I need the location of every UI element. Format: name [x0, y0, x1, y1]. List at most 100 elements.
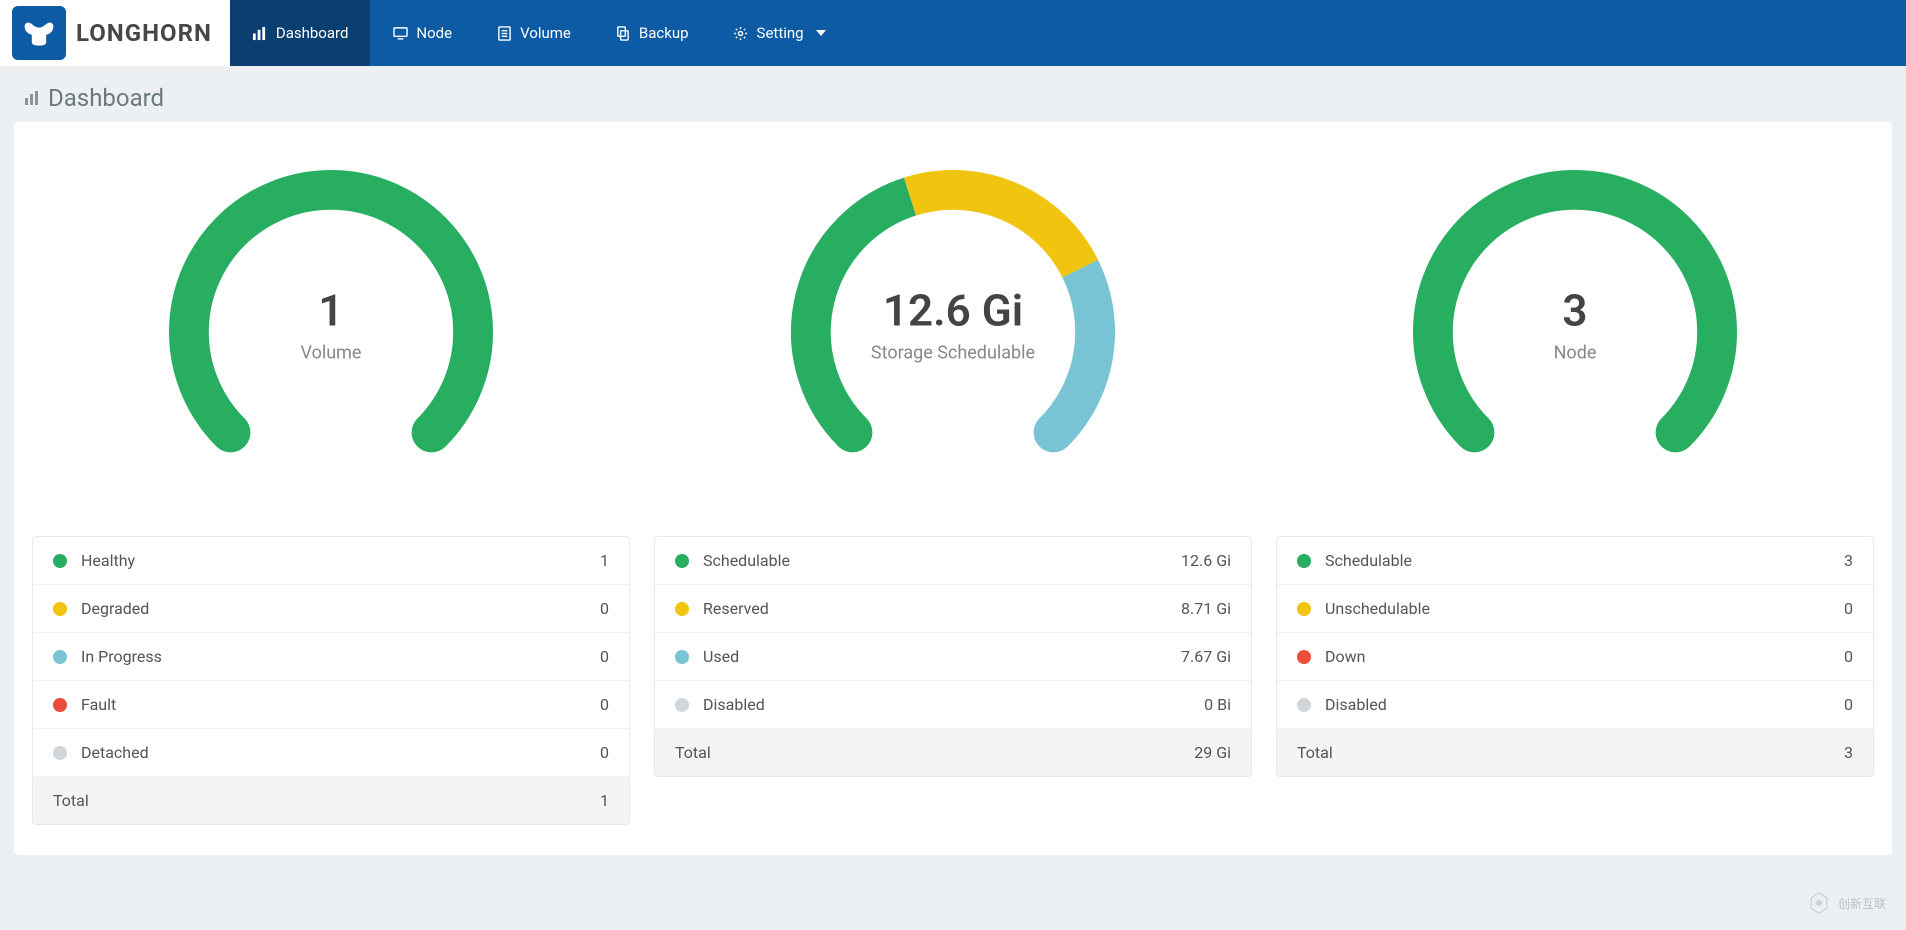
legend-label: Schedulable [703, 551, 1181, 570]
dashboard-content: 1VolumeHealthy1Degraded0In Progress0Faul… [14, 122, 1892, 855]
nav-item-dashboard[interactable]: Dashboard [230, 0, 371, 66]
status-dot-icon [1297, 554, 1311, 568]
legend-value: 0 [600, 743, 609, 762]
legend-row[interactable]: In Progress0 [33, 633, 629, 681]
nav-item-backup[interactable]: Backup [593, 0, 711, 66]
gauge: 3 Node [1385, 152, 1765, 512]
status-dot-icon [53, 602, 67, 616]
nav-label: Setting [757, 24, 804, 42]
legend-label: Degraded [81, 599, 600, 618]
legend-total-row: Total3 [1277, 729, 1873, 776]
gauge-label: Volume [301, 343, 362, 364]
status-dot-icon [53, 554, 67, 568]
nav-item-volume[interactable]: Volume [474, 0, 593, 66]
bar-chart-icon [252, 25, 268, 41]
legend: Schedulable12.6 GiReserved8.71 GiUsed7.6… [654, 536, 1252, 777]
legend-value: 0 [600, 695, 609, 714]
breadcrumb-label: Dashboard [48, 84, 164, 112]
legend-row[interactable]: Fault0 [33, 681, 629, 729]
gauge: 12.6 Gi Storage Schedulable [763, 152, 1143, 512]
gauge-label: Storage Schedulable [871, 343, 1035, 364]
panel-volume: 1VolumeHealthy1Degraded0In Progress0Faul… [32, 152, 630, 825]
legend: Healthy1Degraded0In Progress0Fault0Detac… [32, 536, 630, 825]
legend-total-label: Total [675, 743, 1194, 762]
legend-value: 3 [1844, 551, 1853, 570]
legend-label: Used [703, 647, 1181, 666]
legend-row[interactable]: Degraded0 [33, 585, 629, 633]
legend-row[interactable]: Down0 [1277, 633, 1873, 681]
legend-row[interactable]: Unschedulable0 [1277, 585, 1873, 633]
legend-row[interactable]: Detached0 [33, 729, 629, 777]
status-dot-icon [675, 602, 689, 616]
legend-row[interactable]: Schedulable12.6 Gi [655, 537, 1251, 585]
legend-total-label: Total [53, 791, 600, 810]
status-dot-icon [1297, 602, 1311, 616]
bar-chart-icon [24, 90, 40, 106]
nav-item-setting[interactable]: Setting [711, 0, 848, 66]
gauge-label: Node [1554, 343, 1597, 364]
gauge-value: 12.6 Gi [871, 285, 1035, 337]
watermark: 创新互联 [1806, 890, 1886, 916]
legend-value: 0 Bi [1204, 695, 1231, 714]
panel-node: 3NodeSchedulable3Unschedulable0Down0Disa… [1276, 152, 1874, 825]
topbar: LONGHORN Dashboard Node Volume Backup Settin… [0, 0, 1906, 66]
status-dot-icon [675, 650, 689, 664]
legend-row[interactable]: Used7.67 Gi [655, 633, 1251, 681]
legend-value: 0 [600, 647, 609, 666]
legend-total-value: 29 Gi [1194, 743, 1231, 762]
nav-label: Node [416, 24, 452, 42]
status-dot-icon [53, 698, 67, 712]
status-dot-icon [53, 746, 67, 760]
brand[interactable]: LONGHORN [0, 0, 230, 66]
gear-icon [733, 25, 749, 41]
gauge-value: 1 [301, 285, 362, 337]
breadcrumb: Dashboard [0, 66, 1906, 122]
gauge-value: 3 [1554, 285, 1597, 337]
legend-row[interactable]: Disabled0 [1277, 681, 1873, 729]
brand-name: LONGHORN [76, 19, 212, 47]
status-dot-icon [675, 698, 689, 712]
list-icon [496, 25, 512, 41]
status-dot-icon [675, 554, 689, 568]
legend-value: 8.71 Gi [1181, 599, 1231, 618]
gauge: 1 Volume [141, 152, 521, 512]
nav-item-node[interactable]: Node [370, 0, 474, 66]
legend-label: Disabled [1325, 695, 1844, 714]
nav-label: Dashboard [276, 24, 349, 42]
legend-value: 0 [1844, 695, 1853, 714]
legend-label: Detached [81, 743, 600, 762]
legend: Schedulable3Unschedulable0Down0Disabled0… [1276, 536, 1874, 777]
copy-icon [615, 25, 631, 41]
legend-row[interactable]: Schedulable3 [1277, 537, 1873, 585]
status-dot-icon [1297, 698, 1311, 712]
nav-label: Volume [520, 24, 571, 42]
chevron-down-icon [816, 30, 826, 36]
status-dot-icon [1297, 650, 1311, 664]
legend-total-label: Total [1297, 743, 1844, 762]
status-dot-icon [53, 650, 67, 664]
legend-value: 0 [1844, 647, 1853, 666]
legend-total-value: 3 [1844, 743, 1853, 762]
legend-value: 1 [600, 551, 609, 570]
legend-label: Reserved [703, 599, 1181, 618]
monitor-icon [392, 25, 408, 41]
legend-value: 7.67 Gi [1181, 647, 1231, 666]
panel-storage-schedulable: 12.6 GiStorage SchedulableSchedulable12.… [654, 152, 1252, 825]
longhorn-logo-icon [12, 6, 66, 60]
legend-label: Unschedulable [1325, 599, 1844, 618]
watermark-text: 创新互联 [1838, 895, 1886, 912]
legend-label: Healthy [81, 551, 600, 570]
nav-label: Backup [639, 24, 689, 42]
legend-label: Down [1325, 647, 1844, 666]
legend-total-value: 1 [600, 791, 609, 810]
main-nav: Dashboard Node Volume Backup Setting [230, 0, 848, 66]
legend-row[interactable]: Disabled0 Bi [655, 681, 1251, 729]
legend-total-row: Total29 Gi [655, 729, 1251, 776]
legend-row[interactable]: Healthy1 [33, 537, 629, 585]
legend-label: Disabled [703, 695, 1204, 714]
legend-row[interactable]: Reserved8.71 Gi [655, 585, 1251, 633]
panels-row: 1VolumeHealthy1Degraded0In Progress0Faul… [32, 152, 1874, 825]
legend-total-row: Total1 [33, 777, 629, 824]
legend-value: 0 [600, 599, 609, 618]
legend-value: 0 [1844, 599, 1853, 618]
